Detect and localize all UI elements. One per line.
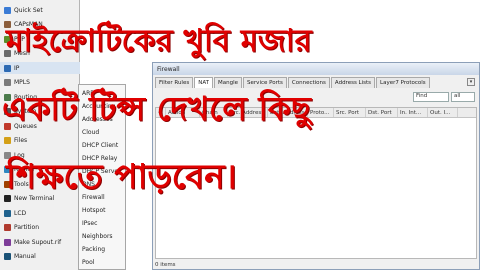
overlay-text-line-1: মাইক্রোটিকের খুবি মজার — [6, 23, 312, 59]
tab[interactable]: Connections — [287, 77, 330, 88]
sidebar-item-label: Make Supout.rif — [14, 238, 62, 246]
menu-icon — [4, 238, 11, 246]
tab[interactable]: Layer7 Protocols — [376, 77, 430, 88]
sidebar-item-label: IP — [14, 64, 20, 72]
tab[interactable]: Mangle — [214, 77, 243, 88]
column-header[interactable]: Dst. Port — [366, 108, 398, 117]
tab[interactable]: Filter Rules — [155, 77, 194, 88]
tab-menu-icon[interactable]: ▾ — [467, 78, 475, 86]
sidebar-item-label: Partition — [14, 224, 40, 231]
firewall-tabs: Filter Rules NAT Mangle Service Ports Connec… — [155, 77, 463, 88]
sidebar-item[interactable]: MPLS — [0, 77, 80, 89]
sidebar-item[interactable]: Make Supout.rif — [0, 236, 80, 248]
tab[interactable]: NAT — [194, 77, 214, 88]
item-count: 0 items — [155, 262, 176, 268]
find-input[interactable]: Find — [413, 92, 449, 102]
menu-icon — [4, 224, 11, 231]
menu-icon — [4, 64, 11, 72]
sidebar-item[interactable]: Manual — [0, 251, 80, 263]
menu-icon — [4, 79, 11, 86]
tab[interactable]: Service Ports — [243, 77, 287, 88]
window-title: Firewall — [153, 63, 479, 75]
column-header[interactable]: In. Int... — [398, 108, 428, 117]
menu-icon — [4, 253, 11, 260]
sidebar-item[interactable]: Files — [0, 135, 80, 147]
sidebar-item[interactable]: Quick Set — [0, 4, 80, 16]
menu-icon — [4, 137, 11, 144]
sidebar-item[interactable]: Partition — [0, 222, 80, 234]
menu-icon — [4, 6, 11, 14]
overlay-text-line-3: শিক্ষতে পাড়বেন। — [6, 157, 237, 197]
sidebar-item-label: MPLS — [14, 79, 30, 86]
sidebar-item-label: Manual — [14, 253, 36, 260]
tab[interactable]: Address Lists — [330, 77, 376, 88]
submenu-item[interactable]: Neighbors — [79, 230, 125, 242]
submenu-item[interactable]: Hotspot — [79, 204, 125, 216]
submenu-item[interactable]: IPsec — [79, 217, 125, 229]
column-header[interactable]: Proto... — [308, 108, 334, 117]
sidebar-item-label: LCD — [14, 209, 27, 217]
submenu-item[interactable]: Packing — [79, 243, 125, 255]
column-header[interactable]: Out. I... — [428, 108, 458, 117]
column-header[interactable]: Src. Port — [334, 108, 366, 117]
overlay-text-line-2: একটি টিপ্স দেখলে কিছু — [2, 89, 311, 128]
filter-select[interactable]: all — [451, 92, 475, 102]
submenu-item[interactable]: DHCP Client — [79, 139, 125, 151]
sidebar-item-label: Quick Set — [14, 6, 43, 14]
submenu-item[interactable]: Pool — [79, 256, 125, 268]
menu-icon — [4, 209, 11, 217]
sidebar-item-label: Files — [14, 137, 28, 144]
sidebar-item[interactable]: IP — [0, 62, 80, 74]
sidebar-item[interactable]: LCD — [0, 207, 80, 219]
